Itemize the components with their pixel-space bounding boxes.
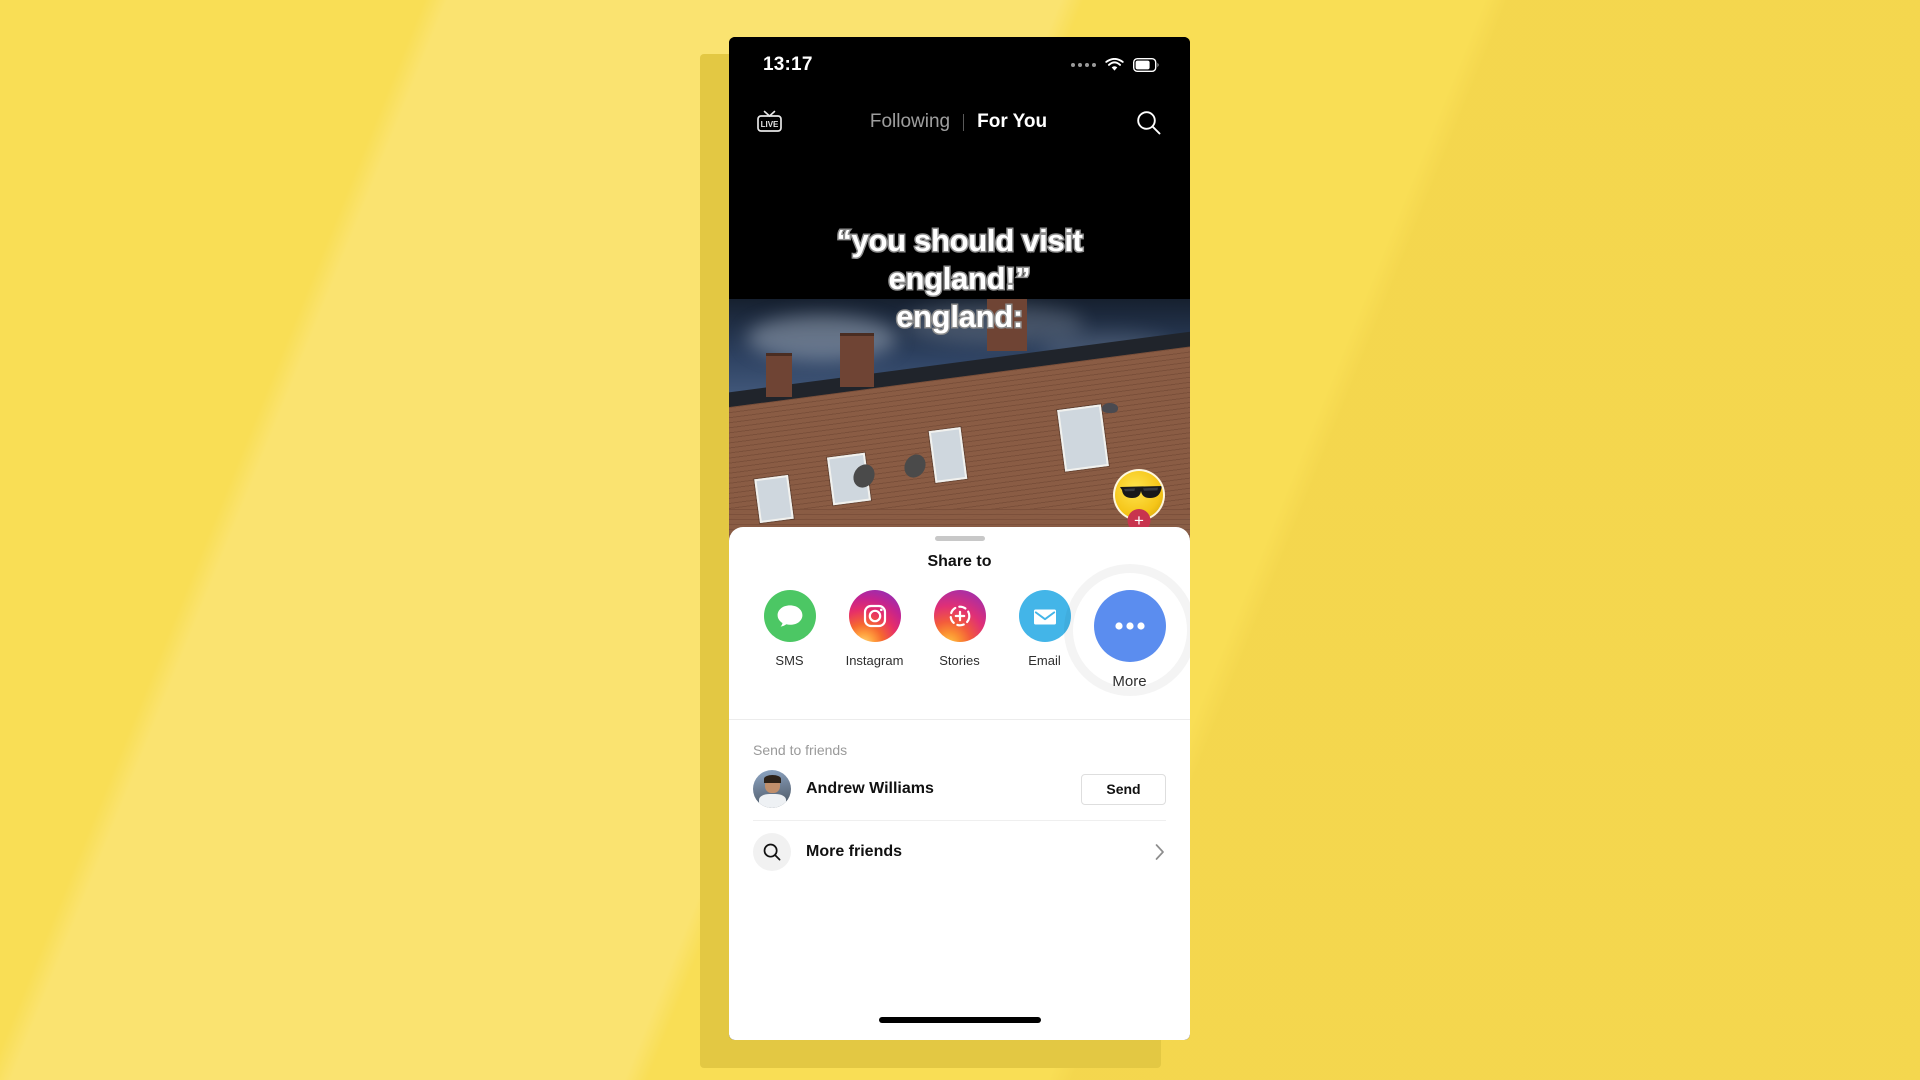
sms-circle bbox=[763, 590, 816, 642]
video-caption: “you should visit england!” england: bbox=[729, 222, 1190, 336]
chimney bbox=[839, 333, 874, 387]
caption-line-3: england: bbox=[895, 297, 1025, 335]
share-target-label: SMS bbox=[775, 653, 804, 668]
share-target-stories[interactable]: Stories bbox=[917, 590, 1002, 668]
status-clock: 13:17 bbox=[763, 54, 813, 75]
email-circle bbox=[1018, 590, 1071, 642]
instagram-camera-icon bbox=[863, 604, 886, 628]
email-envelope-icon bbox=[1033, 609, 1056, 625]
drag-handle[interactable] bbox=[934, 536, 985, 541]
share-target-label: Email bbox=[1028, 653, 1061, 668]
chevron-right-icon[interactable] bbox=[1154, 842, 1166, 862]
search-icon bbox=[1136, 110, 1160, 134]
more-ellipsis-icon bbox=[1114, 622, 1145, 630]
send-button[interactable]: Send bbox=[1081, 773, 1166, 805]
window bbox=[928, 427, 968, 483]
live-button[interactable]: LIVE bbox=[751, 109, 787, 135]
more-friends-label: More friends bbox=[806, 843, 903, 860]
svg-text:LIVE: LIVE bbox=[760, 120, 778, 129]
search-icon-circle bbox=[753, 833, 791, 871]
search-icon bbox=[763, 843, 781, 861]
tab-for-you[interactable]: For You bbox=[977, 111, 1047, 133]
friends-section-title: Send to friends bbox=[753, 742, 848, 758]
status-icons bbox=[1071, 58, 1160, 72]
avatar-shirt bbox=[759, 794, 786, 808]
tab-divider bbox=[963, 113, 965, 131]
status-bar: 13:17 bbox=[729, 37, 1190, 93]
share-target-sms[interactable]: SMS bbox=[747, 590, 832, 668]
signal-dots-icon bbox=[1071, 63, 1096, 67]
wifi-icon bbox=[1105, 58, 1124, 71]
window bbox=[1057, 404, 1109, 472]
home-indicator-bar bbox=[878, 1017, 1041, 1023]
live-tv-icon: LIVE bbox=[756, 110, 782, 132]
share-targets-row: SMS Instagram Stories Email More bbox=[729, 571, 1190, 690]
friend-row[interactable]: Andrew Williams Send bbox=[753, 758, 1166, 820]
battery-icon bbox=[1133, 58, 1159, 72]
caption-line-2: england!” bbox=[887, 259, 1032, 297]
share-target-label: Instagram bbox=[845, 653, 904, 668]
share-target-label: Stories bbox=[939, 653, 980, 668]
share-target-label: More bbox=[1112, 673, 1147, 690]
share-sheet: Share to SMS Instagram Stories Email Mor… bbox=[729, 527, 1190, 1040]
more-friends-row[interactable]: More friends bbox=[753, 821, 1166, 883]
feed-tabs: Following For You bbox=[787, 111, 1130, 133]
phone-mockup: “you should visit england!” england: + 1… bbox=[729, 37, 1190, 1040]
friends-section: Send to friends Andrew Williams Send Mor… bbox=[729, 720, 1190, 883]
window bbox=[753, 474, 794, 524]
avatar bbox=[753, 770, 791, 808]
more-circle bbox=[1093, 590, 1166, 662]
instagram-stories-plus-icon bbox=[949, 605, 970, 627]
creator-avatar-wrap[interactable]: + bbox=[1113, 469, 1165, 532]
caption-line-1: “you should visit bbox=[835, 222, 1085, 260]
tab-following[interactable]: Following bbox=[870, 111, 950, 133]
share-target-more[interactable]: More bbox=[1072, 573, 1187, 690]
share-target-instagram[interactable]: Instagram bbox=[832, 590, 917, 668]
sunglasses-icon bbox=[1120, 486, 1162, 498]
search-button[interactable] bbox=[1130, 109, 1166, 136]
wall-lamp bbox=[1102, 403, 1119, 413]
share-sheet-title: Share to bbox=[927, 553, 992, 570]
stories-circle bbox=[933, 590, 986, 642]
friend-name: Andrew Williams bbox=[806, 780, 934, 797]
feed-top-nav: LIVE Following For You bbox=[729, 93, 1190, 151]
avatar-hair bbox=[764, 775, 781, 783]
chimney bbox=[765, 353, 792, 397]
sms-bubble-icon bbox=[777, 605, 802, 627]
instagram-circle bbox=[848, 590, 901, 642]
